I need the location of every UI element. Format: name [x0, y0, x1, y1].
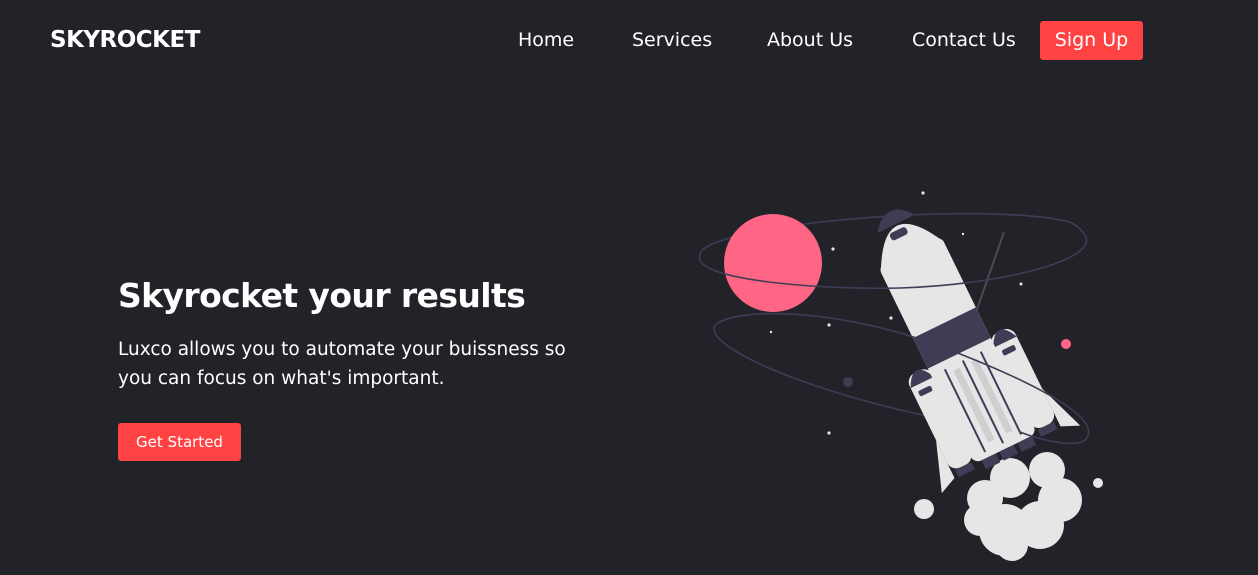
rocket-smoke — [964, 452, 1082, 561]
landing-page: SKYROCKET Home Services About Us Contact… — [0, 0, 1258, 575]
brand-logo[interactable]: SKYROCKET — [50, 25, 200, 55]
navbar: SKYROCKET Home Services About Us Contact… — [0, 0, 1258, 80]
nav-link-contact-us[interactable]: Contact Us — [912, 28, 1016, 52]
hero-title: Skyrocket your results — [118, 276, 526, 315]
rocket-launch-illustration — [698, 191, 1103, 561]
nav-link-home[interactable]: Home — [518, 28, 574, 52]
rocket-icon — [877, 209, 1081, 494]
nav-link-services[interactable]: Services — [632, 28, 712, 52]
nav-link-about-us[interactable]: About Us — [767, 28, 853, 52]
hero-description: Luxco allows you to automate your buissn… — [118, 339, 566, 389]
sign-up-button[interactable]: Sign Up — [1040, 21, 1143, 60]
planet-icon — [724, 214, 822, 312]
get-started-button[interactable]: Get Started — [118, 423, 241, 461]
